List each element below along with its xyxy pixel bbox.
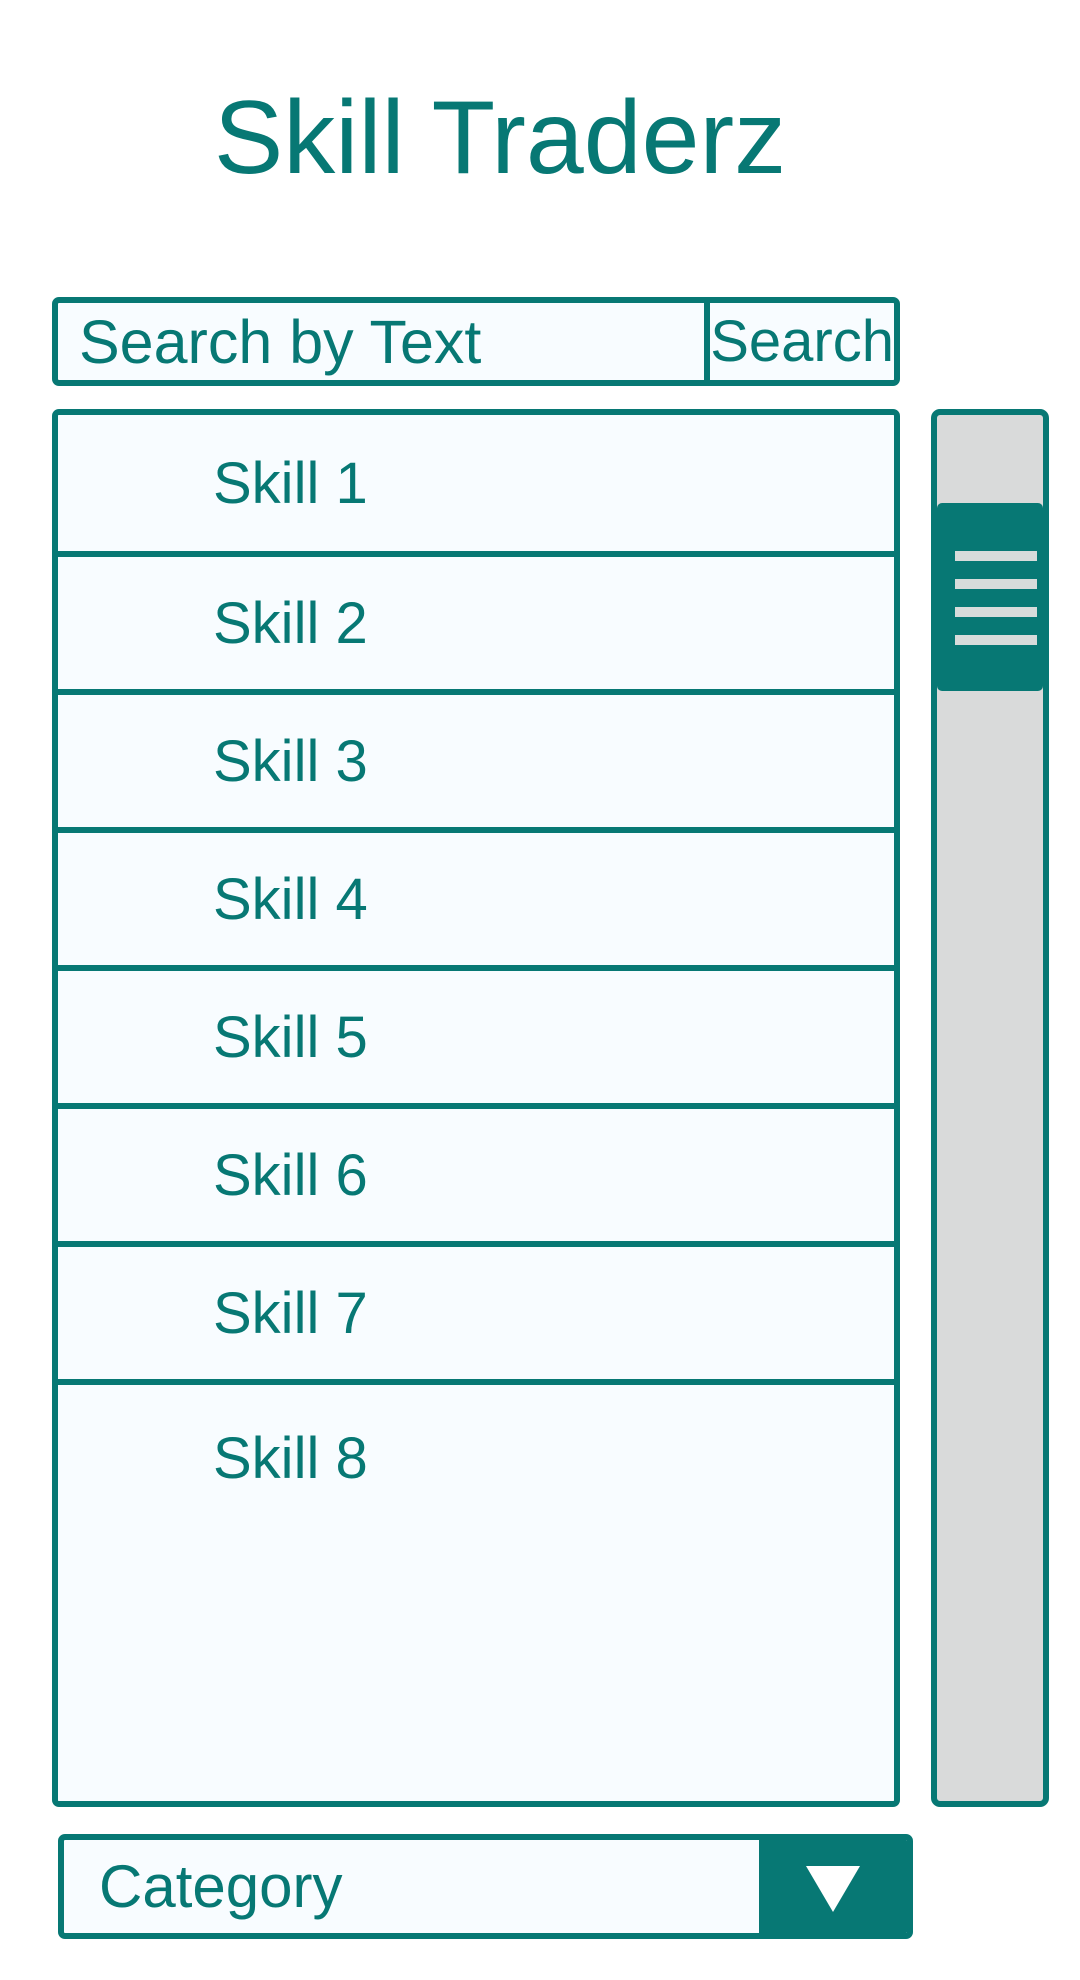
skill-list-item[interactable]: Skill 2: [58, 551, 894, 689]
skill-list-item[interactable]: Skill 6: [58, 1103, 894, 1241]
skill-list-item[interactable]: Skill 4: [58, 827, 894, 965]
skill-list-item[interactable]: Skill 8: [58, 1379, 894, 1801]
dropdown-toggle-button[interactable]: [759, 1840, 907, 1933]
category-dropdown[interactable]: Category: [58, 1834, 913, 1939]
app-title: Skill Traderz: [213, 80, 787, 196]
scrollbar-track[interactable]: [931, 409, 1049, 1807]
search-bar: Search: [52, 297, 900, 386]
skill-list-item[interactable]: Skill 3: [58, 689, 894, 827]
scrollbar-thumb[interactable]: [937, 503, 1043, 691]
skill-list-item[interactable]: Skill 7: [58, 1241, 894, 1379]
skill-list-item[interactable]: Skill 1: [58, 415, 894, 551]
search-input[interactable]: [58, 303, 705, 380]
skill-list-item[interactable]: Skill 5: [58, 965, 894, 1103]
triangle-down-icon: [806, 1865, 860, 1912]
search-button[interactable]: Search: [704, 303, 894, 380]
skill-list: Skill 1 Skill 2 Skill 3 Skill 4 Skill 5 …: [52, 409, 900, 1807]
category-label: Category: [99, 1853, 343, 1920]
